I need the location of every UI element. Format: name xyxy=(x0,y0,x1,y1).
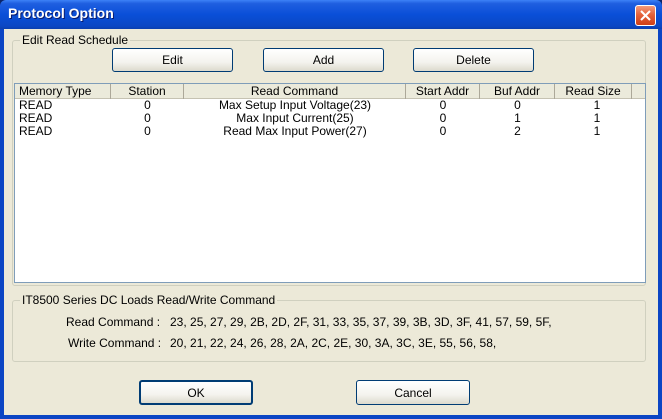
window-frame-right xyxy=(658,29,662,419)
column-header-buf-addr[interactable]: Buf Addr xyxy=(480,84,555,99)
cell-read-size: 1 xyxy=(593,124,601,138)
command-info-group xyxy=(12,300,646,362)
column-header-read-size[interactable]: Read Size xyxy=(555,84,632,99)
schedule-list[interactable]: Memory Type Station Read Command Start A… xyxy=(14,83,646,283)
table-row[interactable]: READ 0 Read Max Input Power(27) 0 2 1 xyxy=(15,125,645,138)
cell-buf-addr: 2 xyxy=(514,124,521,138)
cell-read-command: Read Max Input Power(27) xyxy=(223,124,367,138)
close-icon xyxy=(640,10,651,21)
command-info-legend: IT8500 Series DC Loads Read/Write Comman… xyxy=(20,293,278,307)
dialog-window: Protocol Option Edit Read Schedule Edit … xyxy=(0,0,662,419)
write-command-value: 20, 21, 22, 24, 26, 28, 2A, 2C, 2E, 30, … xyxy=(170,336,497,350)
cell-start-addr: 0 xyxy=(439,124,447,138)
read-command-label: Read Command : xyxy=(66,315,161,329)
cancel-button[interactable]: Cancel xyxy=(356,380,470,405)
delete-button[interactable]: Delete xyxy=(413,48,534,72)
cell-memory-type: READ xyxy=(19,124,53,138)
edit-read-schedule-legend: Edit Read Schedule xyxy=(20,33,131,47)
column-header-start-addr[interactable]: Start Addr xyxy=(406,84,480,99)
title-bar[interactable]: Protocol Option xyxy=(0,0,662,29)
cell-station: 0 xyxy=(144,124,151,138)
edit-button[interactable]: Edit xyxy=(112,48,233,72)
column-header-station[interactable]: Station xyxy=(111,84,184,99)
write-command-label: Write Command : xyxy=(68,336,162,350)
column-header-memory-type[interactable]: Memory Type xyxy=(15,84,111,99)
schedule-list-header: Memory Type Station Read Command Start A… xyxy=(15,84,645,99)
column-header-read-command[interactable]: Read Command xyxy=(184,84,406,99)
read-command-value: 23, 25, 27, 29, 2B, 2D, 2F, 31, 33, 35, … xyxy=(170,315,552,329)
window-frame-bottom xyxy=(0,415,662,419)
close-button[interactable] xyxy=(635,5,656,26)
add-button[interactable]: Add xyxy=(263,48,384,72)
window-title: Protocol Option xyxy=(8,5,114,21)
ok-button[interactable]: OK xyxy=(139,380,253,405)
